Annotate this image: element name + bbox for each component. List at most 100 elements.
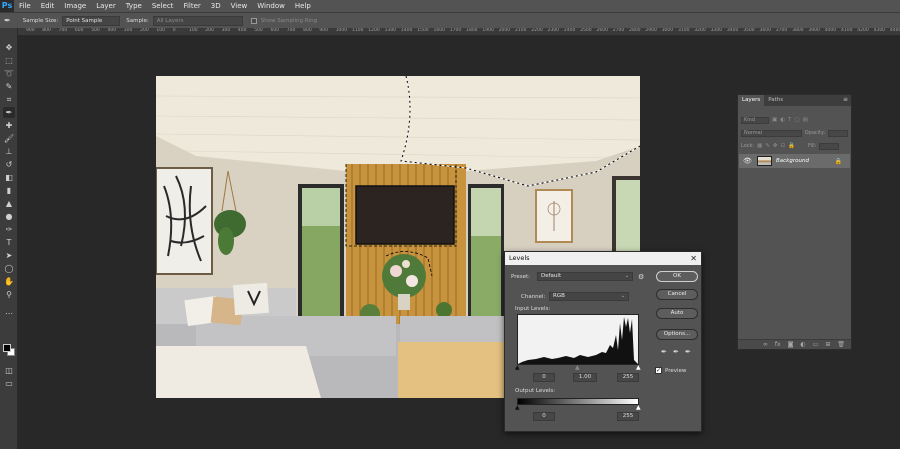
more-tools-icon[interactable]: ⋯ (3, 308, 15, 319)
menu-window[interactable]: Window (252, 0, 290, 12)
preset-value: Default (541, 273, 562, 279)
quick-select-tool-icon[interactable]: ✎ (3, 81, 15, 92)
menu-help[interactable]: Help (290, 0, 316, 12)
menu-type[interactable]: Type (121, 0, 147, 12)
preset-select[interactable]: Default ⌄ (537, 272, 633, 281)
close-icon[interactable]: ✕ (690, 252, 697, 265)
ok-button[interactable]: OK (656, 271, 698, 282)
eraser-tool-icon[interactable]: ◧ (3, 172, 15, 183)
zoom-tool-icon[interactable]: ⚲ (3, 289, 15, 300)
input-black-field[interactable]: 0 (533, 373, 555, 382)
ruler-tick-label: 3500 (743, 28, 755, 33)
blur-tool-icon[interactable]: ▲ (3, 198, 15, 209)
sample-size-select[interactable]: Point Sample (62, 15, 121, 26)
show-sampling-ring-checkbox[interactable] (250, 17, 257, 24)
path-selection-tool-icon[interactable]: ➤ (3, 250, 15, 261)
ruler-tick-label: 4300 (873, 28, 886, 33)
ruler-tick-label: 200 (140, 28, 149, 33)
foreground-color-swatch[interactable] (3, 344, 11, 352)
filter-pixel-icon[interactable]: ▣ (772, 117, 777, 123)
output-white-slider-handle[interactable]: ▲ (636, 404, 641, 411)
opacity-field[interactable] (828, 129, 848, 137)
move-tool-icon[interactable]: ✥ (3, 42, 15, 53)
healing-brush-tool-icon[interactable]: ✚ (3, 120, 15, 131)
filter-type-icon[interactable]: T (788, 117, 791, 123)
eyedropper-tool-icon[interactable]: ✒ (4, 16, 11, 25)
screen-mode-icon[interactable]: ▭ (3, 378, 15, 389)
channel-label: Channel: (521, 294, 546, 300)
brush-tool-icon[interactable]: 🖌 (3, 133, 15, 144)
menu-view[interactable]: View (226, 0, 253, 12)
kind-filter-select[interactable]: Kind (741, 116, 769, 124)
lock-position-icon[interactable]: ✥ (773, 143, 778, 149)
output-black-slider-handle[interactable]: ▲ (515, 404, 520, 411)
marquee-tool-icon[interactable]: ⬚ (3, 55, 15, 66)
ruler-tick-label: 1200 (368, 28, 380, 33)
visibility-eye-icon[interactable]: 👁 (743, 157, 753, 165)
menu-image[interactable]: Image (59, 0, 91, 12)
gray-point-eyedropper-icon[interactable]: ✒ (673, 348, 679, 356)
menu-select[interactable]: Select (147, 0, 179, 12)
add-mask-icon[interactable]: ◙ (788, 341, 794, 348)
options-button[interactable]: Options... (656, 329, 698, 340)
eyedropper-tool-icon[interactable]: ✒ (3, 107, 15, 118)
menu-filter[interactable]: Filter (178, 0, 205, 12)
menu-3d[interactable]: 3D (206, 0, 226, 12)
tab-paths[interactable]: Paths (764, 95, 787, 106)
input-white-field[interactable]: 255 (617, 373, 639, 382)
channel-select[interactable]: RGB ⌄ (549, 292, 629, 301)
quick-mask-icon[interactable]: ◫ (3, 365, 15, 376)
new-adjustment-icon[interactable]: ◐ (800, 341, 805, 348)
new-layer-icon[interactable]: ⊞ (825, 341, 830, 348)
white-point-eyedropper-icon[interactable]: ✒ (685, 348, 691, 356)
output-black-field[interactable]: 0 (533, 412, 555, 421)
layer-thumbnail (757, 156, 772, 166)
menu-file[interactable]: File (14, 0, 36, 12)
gradient-tool-icon[interactable]: ▮ (3, 185, 15, 196)
menu-edit[interactable]: Edit (36, 0, 60, 12)
auto-button[interactable]: Auto (656, 308, 698, 319)
input-black-slider-handle[interactable]: ▲ (515, 364, 520, 371)
link-layers-icon[interactable]: ∞ (763, 341, 768, 348)
color-swatches[interactable] (3, 344, 17, 358)
menu-layer[interactable]: Layer (91, 0, 121, 12)
app-logo: Ps (0, 0, 14, 12)
blend-mode-select[interactable]: Normal (741, 129, 802, 137)
lasso-tool-icon[interactable]: ➰ (3, 68, 15, 79)
panel-menu-icon[interactable]: ≡ (843, 96, 848, 103)
filter-adjustment-icon[interactable]: ◐ (780, 117, 785, 123)
new-group-icon[interactable]: ▭ (813, 341, 819, 348)
lock-pixels-icon[interactable]: ▦ (757, 143, 762, 149)
tab-layers[interactable]: Layers (738, 95, 765, 106)
lock-artboard-icon[interactable]: ⊡ (781, 143, 786, 149)
input-gamma-slider-handle[interactable]: ▲ (575, 364, 580, 371)
input-gamma-field[interactable]: 1.00 (573, 373, 597, 382)
history-brush-tool-icon[interactable]: ↺ (3, 159, 15, 170)
output-levels-gradient (517, 398, 639, 405)
pen-tool-icon[interactable]: ✑ (3, 224, 15, 235)
preview-checkbox[interactable]: ✓ (655, 367, 662, 374)
type-tool-icon[interactable]: T (3, 237, 15, 248)
black-point-eyedropper-icon[interactable]: ✒ (661, 348, 667, 356)
input-white-slider-handle[interactable]: ▲ (636, 364, 641, 371)
layers-panel: Layers Paths ≡ Kind ▣ ◐ T ▢ ▤ Normal Opa… (737, 94, 852, 350)
clone-stamp-tool-icon[interactable]: ⊥ (3, 146, 15, 157)
filter-shape-icon[interactable]: ▢ (794, 117, 799, 123)
crop-tool-icon[interactable]: ⌗ (3, 94, 15, 105)
lock-paint-icon[interactable]: ✎ (765, 143, 770, 149)
layer-row-background[interactable]: 👁 Background 🔒 (739, 154, 850, 168)
shape-tool-icon[interactable]: ◯ (3, 263, 15, 274)
cancel-button[interactable]: Cancel (656, 289, 698, 300)
output-white-field[interactable]: 255 (617, 412, 639, 421)
dodge-tool-icon[interactable]: ● (3, 211, 15, 222)
filter-smart-object-icon[interactable]: ▤ (803, 117, 808, 123)
sample-select[interactable]: All Layers (152, 15, 243, 26)
fill-field[interactable] (819, 142, 840, 150)
layer-style-icon[interactable]: fx (775, 341, 781, 348)
ruler-tick-label: 1400 (400, 28, 413, 33)
hand-tool-icon[interactable]: ✋ (3, 276, 15, 287)
ruler-tick-label: 2500 (580, 28, 592, 33)
preset-options-gear-icon[interactable]: ⚙ (638, 273, 644, 281)
delete-layer-icon[interactable]: 🗑 (837, 341, 845, 348)
lock-all-icon[interactable]: 🔒 (788, 143, 795, 149)
